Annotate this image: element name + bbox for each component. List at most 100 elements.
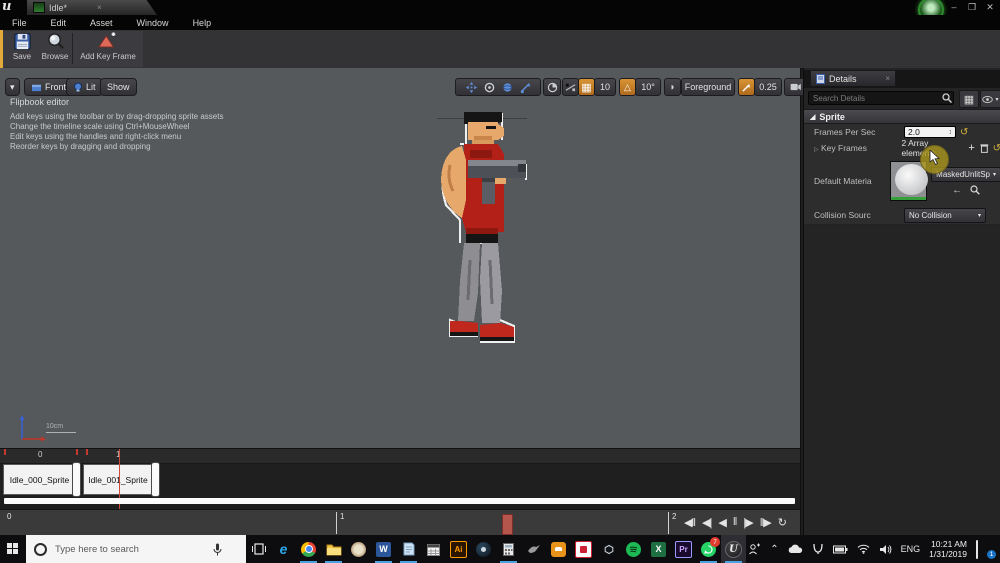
delete-elements-icon[interactable] xyxy=(980,143,989,153)
details-tab-close-icon[interactable]: × xyxy=(885,74,890,83)
menu-file[interactable]: File xyxy=(0,18,39,28)
minimize-button[interactable]: – xyxy=(946,1,962,13)
reset-to-default-icon[interactable]: ↺ xyxy=(993,143,1000,154)
taskbar-app-illustrator[interactable]: Ai xyxy=(446,535,471,563)
onedrive-cloud-icon[interactable] xyxy=(788,544,803,554)
microphone-icon[interactable] xyxy=(213,543,222,556)
browse-button[interactable]: Browse xyxy=(38,32,72,66)
play-reverse-button[interactable]: ◀ xyxy=(718,516,725,529)
utorrent-icon[interactable] xyxy=(812,543,824,555)
taskbar-app-unreal[interactable]: U xyxy=(721,535,746,563)
lit-mode-button[interactable]: Lit xyxy=(66,78,103,96)
add-element-icon[interactable]: + xyxy=(968,142,974,154)
keyframe-handle[interactable] xyxy=(151,462,160,497)
reset-to-default-icon[interactable]: ↺ xyxy=(960,127,968,138)
taskbar-app-orange[interactable] xyxy=(546,535,571,563)
scale-snap-toggle[interactable]: ◗ xyxy=(664,78,681,96)
menu-window[interactable]: Window xyxy=(125,18,181,28)
people-icon[interactable] xyxy=(748,543,761,555)
sprite-section-header[interactable]: ◢ Sprite xyxy=(804,109,1000,124)
tab-close-icon[interactable]: × xyxy=(97,3,102,12)
action-center-button[interactable]: 1 xyxy=(976,541,994,557)
details-search-input[interactable] xyxy=(808,91,954,105)
taskbar-app-spotify[interactable] xyxy=(621,535,646,563)
details-tab[interactable]: Details × xyxy=(810,70,896,86)
keyframe-idle-000[interactable]: Idle_000_Sprite xyxy=(3,464,76,495)
scrub-bar[interactable]: 0 1 2 ◀‖ ◀| ◀ ‖ |▶ ‖▶ ↻ xyxy=(0,509,801,536)
start-button[interactable] xyxy=(0,535,26,563)
taskbar-search-input[interactable] xyxy=(53,543,207,556)
tray-expand-chevron-icon[interactable]: ⌃ xyxy=(770,544,778,555)
search-icon xyxy=(942,93,952,103)
collision-source-dropdown[interactable]: No Collision ▾ xyxy=(904,208,986,223)
spinner-icon[interactable]: ↕ xyxy=(949,129,953,136)
keyframe-handle[interactable] xyxy=(72,462,81,497)
layer-dropdown[interactable]: Foreground xyxy=(681,78,735,96)
camera-speed-value[interactable]: 0.25 xyxy=(754,78,782,96)
taskbar-app-excel[interactable]: X xyxy=(646,535,671,563)
step-back-button[interactable]: ◀| xyxy=(702,516,711,529)
taskbar-app-notepad[interactable] xyxy=(396,535,421,563)
rotate-tool-icon[interactable] xyxy=(484,82,495,93)
taskbar-app-calendar[interactable] xyxy=(421,535,446,563)
translate-tool-icon[interactable] xyxy=(466,82,477,93)
rotation-snap-value-dropdown[interactable]: 10° xyxy=(635,78,661,96)
use-selected-asset-icon[interactable]: ← xyxy=(952,185,962,196)
details-tab-icon xyxy=(816,74,825,84)
sphere-gizmo-icon[interactable] xyxy=(502,82,513,93)
flipbook-timeline[interactable]: 0 1 Idle_000_Sprite Idle_001_Sprite xyxy=(0,448,801,510)
bird-app-icon xyxy=(526,543,541,555)
taskbar-app-calculator[interactable] xyxy=(496,535,521,563)
snap-plane-button[interactable] xyxy=(562,78,579,96)
step-forward-button[interactable]: |▶ xyxy=(743,516,752,529)
to-end-button[interactable]: ‖▶ xyxy=(760,516,771,529)
loop-button[interactable]: ↻ xyxy=(778,516,786,529)
taskbar-app-red[interactable] xyxy=(571,535,596,563)
taskbar-app-whatsapp[interactable]: 7 xyxy=(696,535,721,563)
taskbar-app-unity[interactable] xyxy=(596,535,621,563)
taskbar-search[interactable] xyxy=(26,535,246,563)
scrub-tick xyxy=(668,512,669,534)
language-indicator[interactable]: ENG xyxy=(901,544,921,554)
add-key-frame-button[interactable]: Add Key Frame xyxy=(76,32,140,66)
surface-snapping-button[interactable] xyxy=(543,78,561,96)
property-matrix-button[interactable]: ▦ xyxy=(959,90,979,108)
taskbar-app-premiere[interactable]: Pr xyxy=(671,535,696,563)
pause-button[interactable]: ‖ xyxy=(733,516,737,528)
taskbar-app-steam[interactable] xyxy=(471,535,496,563)
viewport-options-dropdown[interactable]: ▾ xyxy=(5,78,20,96)
taskbar-app-file-explorer[interactable] xyxy=(321,535,346,563)
maximize-button[interactable]: ❐ xyxy=(964,1,980,13)
frames-per-second-input[interactable]: 2.0 ↕ xyxy=(904,126,956,138)
taskbar-app-word[interactable]: W xyxy=(371,535,396,563)
grid-snap-toggle[interactable]: ▦ xyxy=(578,78,595,96)
menu-asset[interactable]: Asset xyxy=(78,18,125,28)
close-button[interactable]: ✕ xyxy=(982,1,998,13)
wifi-icon[interactable] xyxy=(857,544,870,554)
scrub-handle[interactable] xyxy=(502,514,513,535)
browse-to-asset-icon[interactable] xyxy=(970,185,980,195)
grid-snap-value-dropdown[interactable]: 10 xyxy=(594,78,616,96)
taskbar-app-gray-bird[interactable] xyxy=(521,535,546,563)
asset-tab-idle[interactable]: Idle* × xyxy=(27,0,157,15)
taskbar-app-compass[interactable] xyxy=(346,535,371,563)
camera-speed-button[interactable] xyxy=(738,78,755,96)
keyframe-idle-001[interactable]: Idle_001_Sprite xyxy=(83,464,153,495)
taskbar-app-chrome[interactable] xyxy=(296,535,321,563)
menu-help[interactable]: Help xyxy=(181,18,224,28)
save-button[interactable]: Save xyxy=(6,32,38,66)
flipbook-viewport[interactable]: ▾ Front Lit Show xyxy=(0,68,801,448)
show-menu-button[interactable]: Show xyxy=(100,78,137,96)
taskbar-clock[interactable]: 10:21 AM 1/31/2019 xyxy=(929,539,967,559)
battery-icon[interactable] xyxy=(833,545,848,554)
scale-tool-icon[interactable] xyxy=(520,82,531,93)
timeline-track-bar[interactable] xyxy=(4,498,795,504)
menu-edit[interactable]: Edit xyxy=(39,18,79,28)
task-view-button[interactable] xyxy=(246,535,271,563)
display-filter-button[interactable]: ▾ xyxy=(980,90,1000,108)
speaker-icon[interactable] xyxy=(879,544,892,555)
expander-icon[interactable]: ▷ xyxy=(814,147,819,153)
to-front-button[interactable]: ◀‖ xyxy=(684,516,695,529)
rotation-snap-toggle[interactable]: △ xyxy=(619,78,636,96)
taskbar-app-edge[interactable]: e xyxy=(271,535,296,563)
